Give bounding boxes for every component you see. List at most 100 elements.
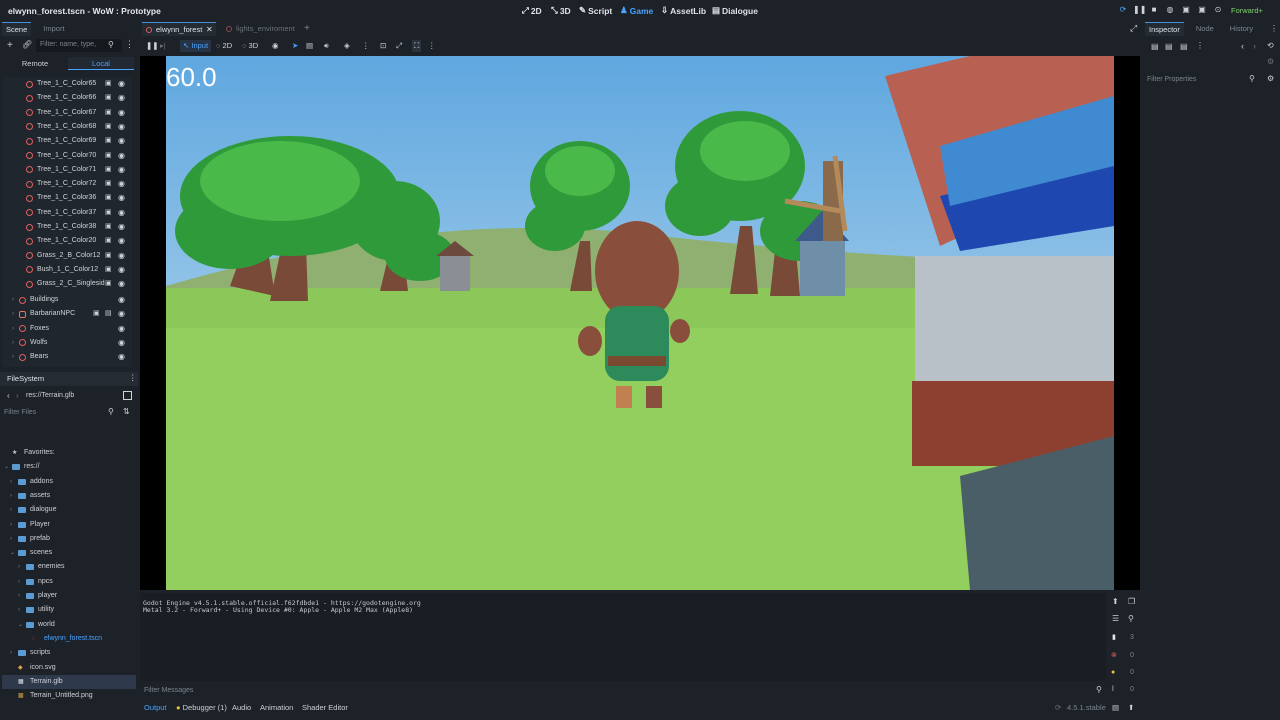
layout-icon[interactable] [123, 391, 132, 400]
fs-root[interactable]: ⌄ res:// [2, 460, 136, 474]
fs-folder[interactable]: ⌄ world [2, 618, 136, 632]
visibility-icon[interactable]: ◉ [118, 322, 125, 336]
instance-icon[interactable]: ▣ [105, 77, 112, 91]
distraction-free-icon[interactable]: ⤢ [1130, 23, 1137, 34]
tab-inspector[interactable]: Inspector [1145, 22, 1184, 36]
scene-node[interactable]: Tree_1_C_Color68 ▣ ◉ [2, 120, 132, 134]
expand-arrow-icon[interactable]: › [12, 307, 14, 321]
visibility-icon[interactable]: ◉ [118, 134, 125, 148]
expand-arrow-icon[interactable]: › [18, 589, 20, 603]
instance-icon[interactable]: ▣ [105, 277, 112, 291]
visibility-icon[interactable]: ◉ [118, 106, 125, 120]
expand-arrow-icon[interactable]: ⌄ [10, 546, 15, 560]
fit-icon[interactable]: ⛶ [412, 40, 422, 52]
visibility-icon[interactable]: ◉ [118, 249, 125, 263]
scene-node[interactable]: Grass_2_C_Singlesid ▣ ◉ [2, 277, 132, 291]
scene-node[interactable]: Tree_1_C_Color37 ▣ ◉ [2, 206, 132, 220]
expand-arrow-icon[interactable]: › [18, 603, 20, 617]
history-icon[interactable]: ⟲ [1267, 41, 1274, 50]
tab-history[interactable]: History [1226, 22, 1257, 36]
add-tab-icon[interactable]: + [304, 23, 310, 34]
fs-folder[interactable]: › utility [2, 603, 136, 617]
stop-icon[interactable]: ■ [1149, 5, 1159, 15]
expand-arrow-icon[interactable]: › [18, 575, 20, 589]
expand-icon[interactable]: ⤢ [396, 40, 402, 52]
instance-icon[interactable]: ▣ [105, 177, 112, 191]
fs-folder[interactable]: › addons [2, 475, 136, 489]
expand-arrow-icon[interactable]: › [10, 503, 12, 517]
instance-icon[interactable]: ▣ [105, 191, 112, 205]
visibility-icon[interactable]: ◉ [272, 40, 279, 52]
forward-icon[interactable]: › [1253, 41, 1256, 51]
visibility-icon[interactable]: ◉ [118, 307, 125, 321]
filter-properties-input[interactable]: Filter Properties [1147, 73, 1259, 86]
visibility-icon[interactable]: ◉ [118, 77, 125, 91]
list-select-icon[interactable]: ▤ [306, 40, 313, 52]
clear-icon[interactable]: ⬆ [1112, 597, 1119, 606]
visibility-icon[interactable]: ◉ [118, 120, 125, 134]
scene-group-node[interactable]: › Foxes ◉ [2, 322, 132, 336]
fs-folder[interactable]: › npcs [2, 575, 136, 589]
expand-arrow-icon[interactable]: ⌄ [18, 618, 23, 632]
visibility-icon[interactable]: ◉ [118, 191, 125, 205]
editor-messages-toggle[interactable]: ǀ0 [1108, 683, 1140, 697]
scene-group-node[interactable]: › Buildings ◉ [2, 293, 132, 307]
instance-icon[interactable]: ▣ [105, 106, 112, 120]
tab-import[interactable]: Import [39, 22, 68, 36]
scene-node[interactable]: Tree_1_C_Color36 ▣ ◉ [2, 191, 132, 205]
config-icon[interactable]: ⚙ [1267, 74, 1274, 83]
new-resource-icon[interactable]: ▤ [1151, 42, 1159, 51]
expand-arrow-icon[interactable]: › [12, 322, 14, 336]
visibility-icon[interactable]: ◉ [118, 336, 125, 350]
tab-scene[interactable]: Scene [2, 22, 32, 36]
forward-icon[interactable]: › [16, 391, 19, 400]
visibility-icon[interactable]: ◉ [118, 149, 125, 163]
instance-icon[interactable]: ▣ [105, 220, 112, 234]
scene-node[interactable]: Tree_1_C_Color72 ▣ ◉ [2, 177, 132, 191]
frame-icon[interactable]: ⊡ [380, 40, 386, 52]
open-resource-icon[interactable]: ▤ [1165, 42, 1173, 51]
instance-icon[interactable]: ▣ [105, 206, 112, 220]
menu-icon[interactable]: ⋮ [428, 40, 436, 52]
instance-icon[interactable]: ▣ [105, 163, 112, 177]
scene-node[interactable]: Grass_2_B_Color12 ▣ ◉ [2, 249, 132, 263]
tab-elwynn-forest[interactable]: elwynn_forest ✕ [142, 22, 216, 36]
remote-tab[interactable]: Remote [2, 57, 68, 70]
fs-file[interactable]: ◌ elwynn_forest.tscn [2, 632, 136, 646]
expand-arrow-icon[interactable]: › [10, 532, 12, 546]
scene-node[interactable]: Bush_1_C_Color12 ▣ ◉ [2, 263, 132, 277]
history-icon[interactable]: ▤ [1112, 703, 1119, 712]
expand-arrow-icon[interactable]: › [12, 293, 14, 307]
scene-group-node[interactable]: › BarbarianNPC ▣ ▤ ◉ [2, 307, 132, 321]
2d-toggle[interactable]: ◌ 2D [216, 40, 232, 52]
play-scene-icon[interactable]: ▣ [1181, 5, 1191, 15]
visibility-icon[interactable]: ◉ [118, 163, 125, 177]
visibility-icon[interactable]: ◉ [118, 277, 125, 291]
fs-folder[interactable]: › player [2, 589, 136, 603]
local-tab[interactable]: Local [68, 57, 134, 70]
scene-node[interactable]: Tree_1_C_Color69 ▣ ◉ [2, 134, 132, 148]
visibility-icon[interactable]: ◉ [118, 293, 125, 307]
scene-node[interactable]: Tree_1_C_Color65 ▣ ◉ [2, 77, 132, 91]
collapse-icon[interactable]: ☰ [1112, 614, 1119, 623]
play-custom-icon[interactable]: ▣ [1197, 5, 1207, 15]
link-icon[interactable]: 🔗︎ [22, 40, 32, 49]
fs-file[interactable]: ▩ Terrain_Untitled.png [2, 689, 136, 703]
instance-icon[interactable]: ▣ [105, 120, 112, 134]
instance-icon[interactable]: ▣ [105, 263, 112, 277]
instance-icon[interactable]: ▣ [105, 134, 112, 148]
tab-audio[interactable]: Audio [232, 703, 251, 712]
tab-node[interactable]: Node [1192, 22, 1218, 36]
fs-folder[interactable]: › prefab [2, 532, 136, 546]
fs-folder[interactable]: › dialogue [2, 503, 136, 517]
filter-messages-input[interactable]: Filter Messages [140, 684, 1106, 697]
fs-file[interactable]: ◆ icon.svg [2, 661, 136, 675]
input-toggle[interactable]: ↖ Input [180, 40, 212, 52]
tab-lights-environment[interactable]: lights_enviroment [222, 22, 304, 36]
expand-arrow-icon[interactable]: ⌄ [4, 460, 9, 474]
visibility-icon[interactable]: ◉ [118, 220, 125, 234]
fs-favorites[interactable]: ★ Favorites: [2, 446, 136, 460]
visibility-icon[interactable]: ◉ [118, 177, 125, 191]
menu-icon[interactable]: ⋮ [1196, 41, 1204, 50]
instance-icon[interactable]: ▣ [105, 91, 112, 105]
